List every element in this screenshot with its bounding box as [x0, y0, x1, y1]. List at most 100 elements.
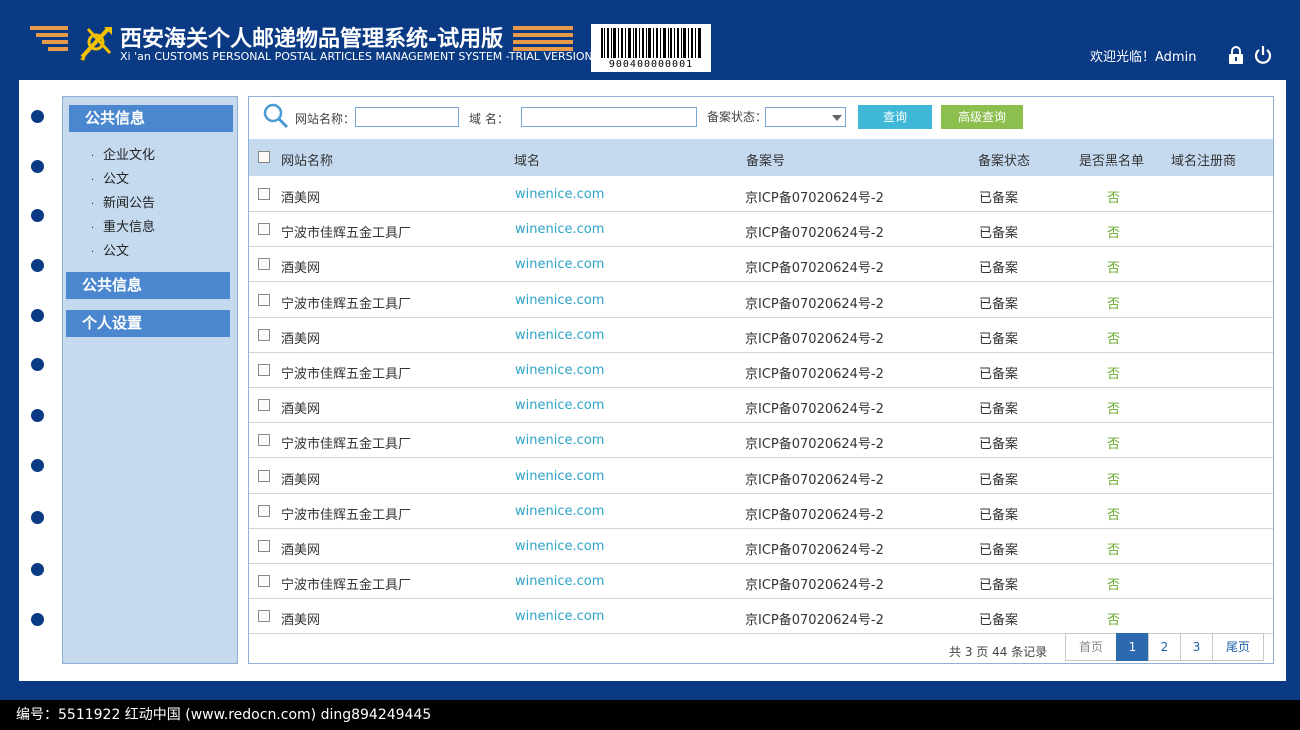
decor-dot — [31, 110, 44, 123]
table-row[interactable]: 酒美网 winenice.com 京ICP备07020624号-2 已备案 否 — [249, 529, 1273, 564]
cell-status: 已备案 — [979, 402, 1019, 418]
table-row[interactable]: 酒美网 winenice.com 京ICP备07020624号-2 已备案 否 — [249, 388, 1273, 424]
content-area: 网站名称： 域 名： 备案状态： 查询 高级查询 网站名称 域名 备案号 备案状… — [248, 96, 1274, 664]
row-checkbox[interactable] — [258, 469, 270, 482]
header-stripes-left — [30, 26, 68, 54]
page-1-button[interactable]: 1 — [1116, 633, 1149, 661]
cell-status: 已备案 — [979, 367, 1019, 382]
last-page-button[interactable]: 尾页 — [1212, 633, 1264, 661]
barcode-number: 900400000001 — [608, 59, 694, 70]
cell-domain[interactable]: winenice.com — [515, 293, 604, 308]
power-icon[interactable] — [1254, 45, 1272, 65]
sidebar-item-label: 公文 — [103, 244, 130, 259]
row-checkbox[interactable] — [258, 223, 270, 236]
col-site-name: 网站名称 — [281, 154, 334, 169]
sidebar-item-major-info[interactable]: · 重大信息 — [91, 216, 155, 235]
row-checkbox[interactable] — [258, 399, 270, 412]
cell-icp: 京ICP备07020624号-2 — [745, 367, 884, 382]
row-checkbox[interactable] — [258, 540, 270, 552]
cell-site-name: 宁波市佳辉五金工具厂 — [281, 367, 412, 382]
sidebar-section-personal-settings[interactable]: 个人设置 — [66, 310, 230, 337]
row-checkbox[interactable] — [258, 504, 270, 517]
page-3-button[interactable]: 3 — [1180, 633, 1213, 661]
cell-site-name: 酒美网 — [281, 543, 321, 558]
table-row[interactable]: 酒美网 winenice.com 京ICP备07020624号-2 已备案 否 — [249, 459, 1273, 494]
sidebar-item-label: 重大信息 — [103, 220, 156, 235]
cell-blacklist: 否 — [1107, 472, 1121, 488]
cell-blacklist: 否 — [1107, 578, 1121, 594]
site-name-input[interactable] — [355, 107, 459, 127]
decor-dot — [31, 358, 44, 371]
cell-status: 已备案 — [979, 472, 1019, 488]
cell-site-name: 酒美网 — [281, 402, 321, 418]
cell-status: 已备案 — [979, 191, 1019, 206]
cell-site-name: 酒美网 — [281, 191, 321, 206]
cell-domain[interactable]: winenice.com — [515, 187, 604, 202]
sidebar-section-public-info[interactable]: 公共信息 — [69, 105, 233, 132]
table-row[interactable]: 宁波市佳辉五金工具厂 winenice.com 京ICP备07020624号-2 已备… — [249, 212, 1273, 248]
cell-domain[interactable]: winenice.com — [515, 222, 604, 237]
cell-icp: 京ICP备07020624号-2 — [745, 437, 884, 453]
cell-site-name: 酒美网 — [281, 613, 321, 629]
cell-domain[interactable]: winenice.com — [515, 363, 604, 378]
advanced-query-button[interactable]: 高级查询 — [941, 105, 1023, 129]
cell-blacklist: 否 — [1107, 261, 1121, 277]
row-checkbox[interactable] — [258, 293, 270, 306]
lock-icon[interactable] — [1228, 46, 1244, 64]
query-button[interactable]: 查询 — [858, 105, 932, 129]
col-blacklist: 是否黑名单 — [1079, 154, 1145, 169]
row-checkbox[interactable] — [258, 575, 270, 588]
table-row[interactable]: 酒美网 winenice.com 京ICP备07020624号-2 已备案 否 — [249, 318, 1273, 353]
table-row[interactable]: 宁波市佳辉五金工具厂 winenice.com 京ICP备07020624号-2 已备… — [249, 423, 1273, 459]
table-row[interactable]: 宁波市佳辉五金工具厂 winenice.com 京ICP备07020624号-2 已备… — [249, 564, 1273, 600]
cell-domain[interactable]: winenice.com — [515, 504, 604, 519]
cell-domain[interactable]: winenice.com — [515, 257, 604, 272]
sidebar-item-document[interactable]: · 公文 — [91, 168, 129, 187]
cell-domain[interactable]: winenice.com — [515, 433, 604, 448]
cell-status: 已备案 — [979, 261, 1019, 277]
sidebar-item-culture[interactable]: · 企业文化 — [91, 144, 155, 163]
cell-domain[interactable]: winenice.com — [515, 398, 604, 413]
first-page-button[interactable]: 首页 — [1065, 633, 1117, 661]
cell-site-name: 宁波市佳辉五金工具厂 — [281, 296, 412, 312]
row-checkbox[interactable] — [258, 610, 270, 623]
system-title: 西安海关个人邮递物品管理系统-试用版 — [120, 27, 504, 52]
sidebar-item-document-2[interactable]: · 公文 — [91, 240, 129, 259]
table-row[interactable]: 宁波市佳辉五金工具厂 winenice.com 京ICP备07020624号-2 已备… — [249, 283, 1273, 318]
decor-dot — [31, 409, 44, 422]
sidebar-item-news[interactable]: · 新闻公告 — [91, 192, 155, 211]
domain-label: 域 名： — [469, 112, 509, 126]
cell-domain[interactable]: winenice.com — [515, 328, 604, 343]
barcode-bars — [601, 28, 701, 58]
domain-input[interactable] — [521, 107, 697, 127]
table-row[interactable]: 酒美网 winenice.com 京ICP备07020624号-2 已备案 否 — [249, 177, 1273, 212]
table-row[interactable]: 宁波市佳辉五金工具厂 winenice.com 京ICP备07020624号-2 已备… — [249, 353, 1273, 388]
decor-dot — [31, 613, 44, 626]
table-row[interactable]: 酒美网 winenice.com 京ICP备07020624号-2 已备案 否 — [249, 247, 1273, 283]
decor-dot — [31, 563, 44, 576]
bullet-icon: · — [91, 175, 95, 186]
cell-icp: 京ICP备07020624号-2 — [745, 296, 884, 312]
cell-icp: 京ICP备07020624号-2 — [745, 578, 884, 594]
select-all-checkbox[interactable] — [258, 151, 270, 163]
cell-blacklist: 否 — [1107, 613, 1121, 629]
table-row[interactable]: 宁波市佳辉五金工具厂 winenice.com 京ICP备07020624号-2 已备… — [249, 494, 1273, 529]
sidebar-section-public-info-2[interactable]: 公共信息 — [66, 272, 230, 299]
cell-icp: 京ICP备07020624号-2 — [745, 472, 884, 488]
cell-domain[interactable]: winenice.com — [515, 469, 604, 484]
cell-domain[interactable]: winenice.com — [515, 539, 604, 554]
table-row[interactable]: 酒美网 winenice.com 京ICP备07020624号-2 已备案 否 — [249, 599, 1273, 635]
page-2-button[interactable]: 2 — [1148, 633, 1181, 661]
chevron-down-icon — [832, 115, 842, 121]
search-icon — [263, 103, 289, 129]
row-checkbox[interactable] — [258, 328, 270, 341]
sidebar: 公共信息 · 企业文化 · 公文 · 新闻公告 · 重大信息 · 公文 公共信息 个人设置 — [62, 96, 238, 664]
row-checkbox[interactable] — [258, 434, 270, 447]
cell-domain[interactable]: winenice.com — [515, 609, 604, 624]
row-checkbox[interactable] — [258, 258, 270, 271]
status-select[interactable] — [765, 107, 846, 127]
cell-icp: 京ICP备07020624号-2 — [745, 543, 884, 558]
row-checkbox[interactable] — [258, 364, 270, 376]
cell-domain[interactable]: winenice.com — [515, 574, 604, 589]
row-checkbox[interactable] — [258, 188, 270, 200]
